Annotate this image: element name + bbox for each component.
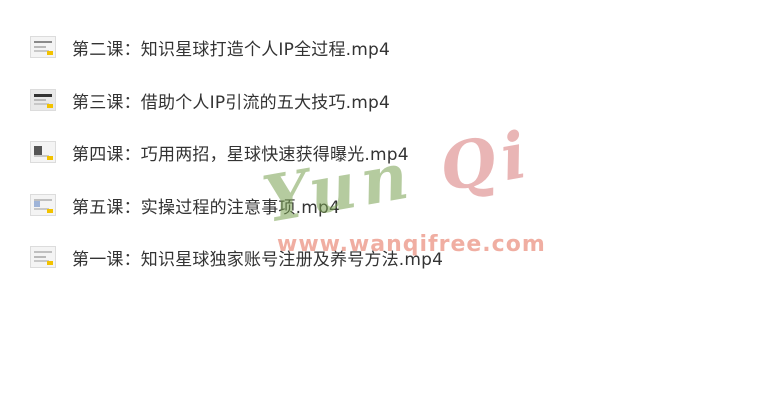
- file-item[interactable]: 第二课：知识星球打造个人IP全过程.mp4: [30, 34, 390, 60]
- video-thumbnail-icon: [30, 36, 56, 58]
- file-name: 第三课：借助个人IP引流的五大技巧.mp4: [72, 92, 391, 113]
- video-thumbnail-icon: [30, 141, 56, 163]
- file-item[interactable]: 第四课：巧用两招，星球快速获得曝光.mp4: [30, 139, 409, 165]
- video-thumbnail-icon: [30, 194, 56, 216]
- file-name: 第一课：知识星球独家账号注册及养号方法.mp4: [72, 249, 444, 270]
- file-name: 第二课：知识星球打造个人IP全过程.mp4: [72, 39, 391, 60]
- file-item[interactable]: 第五课：实操过程的注意事项.mp4: [30, 192, 340, 218]
- file-list: 第二课：知识星球打造个人IP全过程.mp4 第三课：借助个人IP引流的五大技巧.…: [0, 0, 770, 409]
- file-item[interactable]: 第三课：借助个人IP引流的五大技巧.mp4: [30, 87, 390, 113]
- file-item[interactable]: 第一课：知识星球独家账号注册及养号方法.mp4: [30, 244, 443, 270]
- file-name: 第五课：实操过程的注意事项.mp4: [72, 197, 340, 218]
- video-thumbnail-icon: [30, 246, 56, 268]
- video-thumbnail-icon: [30, 89, 56, 111]
- file-name: 第四课：巧用两招，星球快速获得曝光.mp4: [72, 144, 409, 165]
